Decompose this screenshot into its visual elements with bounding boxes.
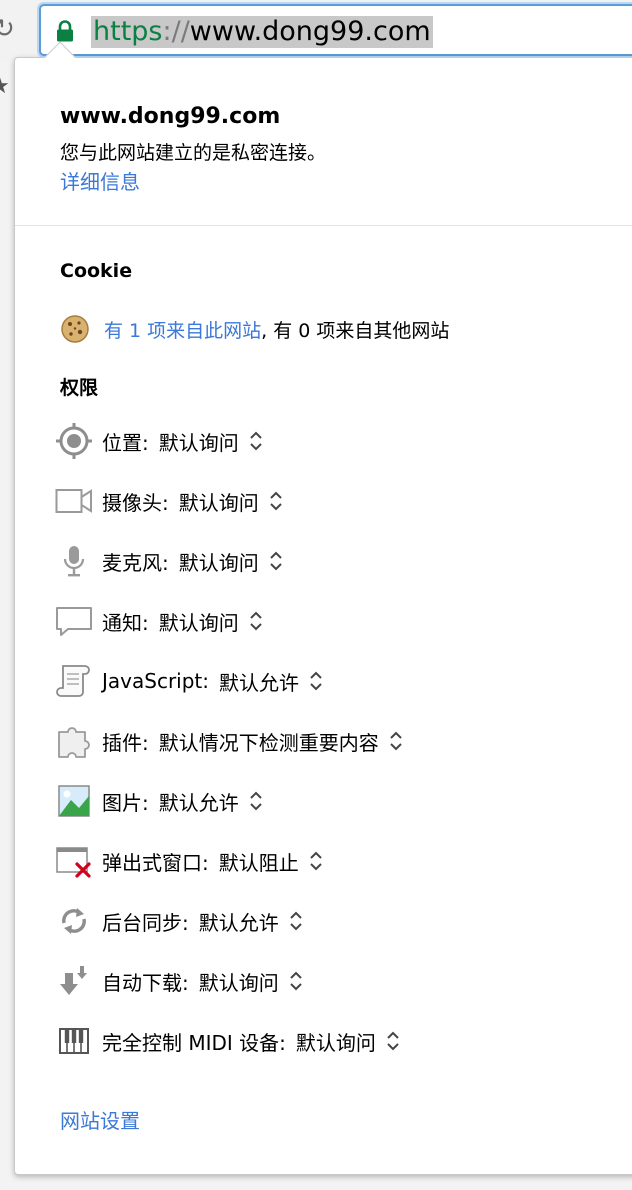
microphone-icon [55, 542, 93, 580]
permission-row-midi: 完全控制 MIDI 设备: 默认询问 [55, 1021, 400, 1061]
plugin-icon [55, 722, 93, 760]
permission-select-notifications[interactable]: 默认询问 [159, 607, 263, 636]
updown-chevron-icon [250, 431, 262, 451]
permission-select-plugins[interactable]: 默认情况下检测重要内容 [159, 727, 403, 756]
permission-label: 插件: [102, 730, 149, 755]
url-separator: :// [162, 16, 190, 47]
permission-value: 默认允许 [198, 910, 279, 935]
permission-label: 后台同步: [102, 910, 189, 935]
permission-label: 摄像头: [102, 490, 169, 515]
permission-label: JavaScript: [102, 669, 209, 693]
updown-chevron-icon [290, 971, 302, 991]
cookie-summary: 有 1 项来自此网站, 有 0 项来自其他网站 [60, 314, 449, 344]
permission-row-popups: 弹出式窗口: 默认阻止 [55, 841, 323, 881]
permission-value: 默认允许 [219, 670, 299, 695]
cookie-icon [61, 315, 89, 343]
bookmark-star-icon[interactable]: ★ [0, 72, 14, 102]
location-icon [55, 422, 93, 460]
permissions-section-title: 权限 [60, 377, 99, 399]
permission-select-automatic-downloads[interactable]: 默认询问 [199, 967, 303, 996]
permission-row-microphone: 麦克风: 默认询问 [55, 541, 283, 581]
permission-value: 默认询问 [178, 490, 259, 515]
updown-chevron-icon [390, 731, 402, 751]
site-host-title: www.dong99.com [60, 104, 281, 129]
updown-chevron-icon [270, 551, 282, 571]
cookies-from-site-link[interactable]: 有 1 项来自此网站 [104, 316, 261, 343]
permission-select-images[interactable]: 默认允许 [159, 787, 263, 816]
notification-icon [55, 602, 93, 640]
details-link[interactable]: 详细信息 [60, 166, 140, 195]
permission-select-popups[interactable]: 默认阻止 [219, 847, 323, 876]
image-icon [55, 782, 93, 820]
permission-select-microphone[interactable]: 默认询问 [179, 547, 283, 576]
permission-label: 通知: [102, 610, 149, 635]
permission-row-notifications: 通知: 默认询问 [55, 601, 263, 641]
background-sync-icon [55, 902, 93, 940]
updown-chevron-icon [310, 851, 322, 871]
updown-chevron-icon [270, 491, 282, 511]
download-icon [55, 962, 93, 1000]
updown-chevron-icon [250, 791, 262, 811]
javascript-icon [55, 662, 93, 700]
url-scheme: https [93, 16, 163, 47]
url-text[interactable]: https://www.dong99.com [91, 16, 433, 48]
permission-select-javascript[interactable]: 默认允许 [219, 667, 323, 696]
url-host: www.dong99.com [189, 16, 431, 47]
permission-value: 默认询问 [158, 430, 239, 455]
permission-select-midi[interactable]: 默认询问 [296, 1027, 400, 1056]
browser-toolbar: ↻ https://www.dong99.com [0, 0, 632, 62]
cookies-from-other-sites: , 有 0 项来自其他网站 [261, 319, 450, 342]
permission-label: 位置: [102, 430, 149, 455]
camera-icon [55, 482, 93, 520]
connection-description: 您与此网站建立的是私密连接。 [60, 142, 327, 164]
permission-value: 默认阻止 [218, 850, 299, 875]
permission-row-background-sync: 后台同步: 默认允许 [55, 901, 303, 941]
permission-label: 图片: [102, 790, 149, 815]
permission-row-automatic-downloads: 自动下载: 默认询问 [55, 961, 303, 1001]
permission-row-javascript: JavaScript: 默认允许 [55, 661, 323, 701]
midi-icon [55, 1022, 93, 1060]
permission-value: 默认允许 [158, 790, 239, 815]
updown-chevron-icon [387, 1031, 399, 1051]
permission-label: 完全控制 MIDI 设备: [102, 1030, 286, 1055]
permission-value: 默认询问 [178, 550, 259, 575]
popup-icon [55, 842, 93, 880]
site-settings-link[interactable]: 网站设置 [60, 1105, 140, 1134]
reload-icon[interactable]: ↻ [0, 14, 16, 44]
lock-icon[interactable] [56, 20, 74, 42]
page-info-popup: www.dong99.com 您与此网站建立的是私密连接。 详细信息 Cooki… [14, 57, 632, 1175]
permission-select-camera[interactable]: 默认询问 [179, 487, 283, 516]
permission-row-plugins: 插件: 默认情况下检测重要内容 [55, 721, 403, 761]
permission-row-images: 图片: 默认允许 [55, 781, 263, 821]
permission-value: 默认询问 [295, 1030, 376, 1055]
permission-label: 麦克风: [102, 550, 169, 575]
permission-select-background-sync[interactable]: 默认允许 [199, 907, 303, 936]
permission-value: 默认询问 [158, 610, 239, 635]
address-bar[interactable]: https://www.dong99.com [39, 4, 632, 56]
permission-value: 默认询问 [198, 970, 279, 995]
permission-select-location[interactable]: 默认询问 [159, 427, 263, 456]
updown-chevron-icon [290, 911, 302, 931]
cookie-section-title: Cookie [60, 260, 133, 282]
updown-chevron-icon [250, 611, 262, 631]
permission-value: 默认情况下检测重要内容 [158, 730, 379, 755]
divider [15, 225, 632, 226]
permission-row-camera: 摄像头: 默认询问 [55, 481, 283, 521]
permission-label: 自动下载: [102, 970, 189, 995]
permission-label: 弹出式窗口: [102, 850, 209, 875]
updown-chevron-icon [310, 671, 322, 691]
permission-row-location: 位置: 默认询问 [55, 421, 263, 461]
